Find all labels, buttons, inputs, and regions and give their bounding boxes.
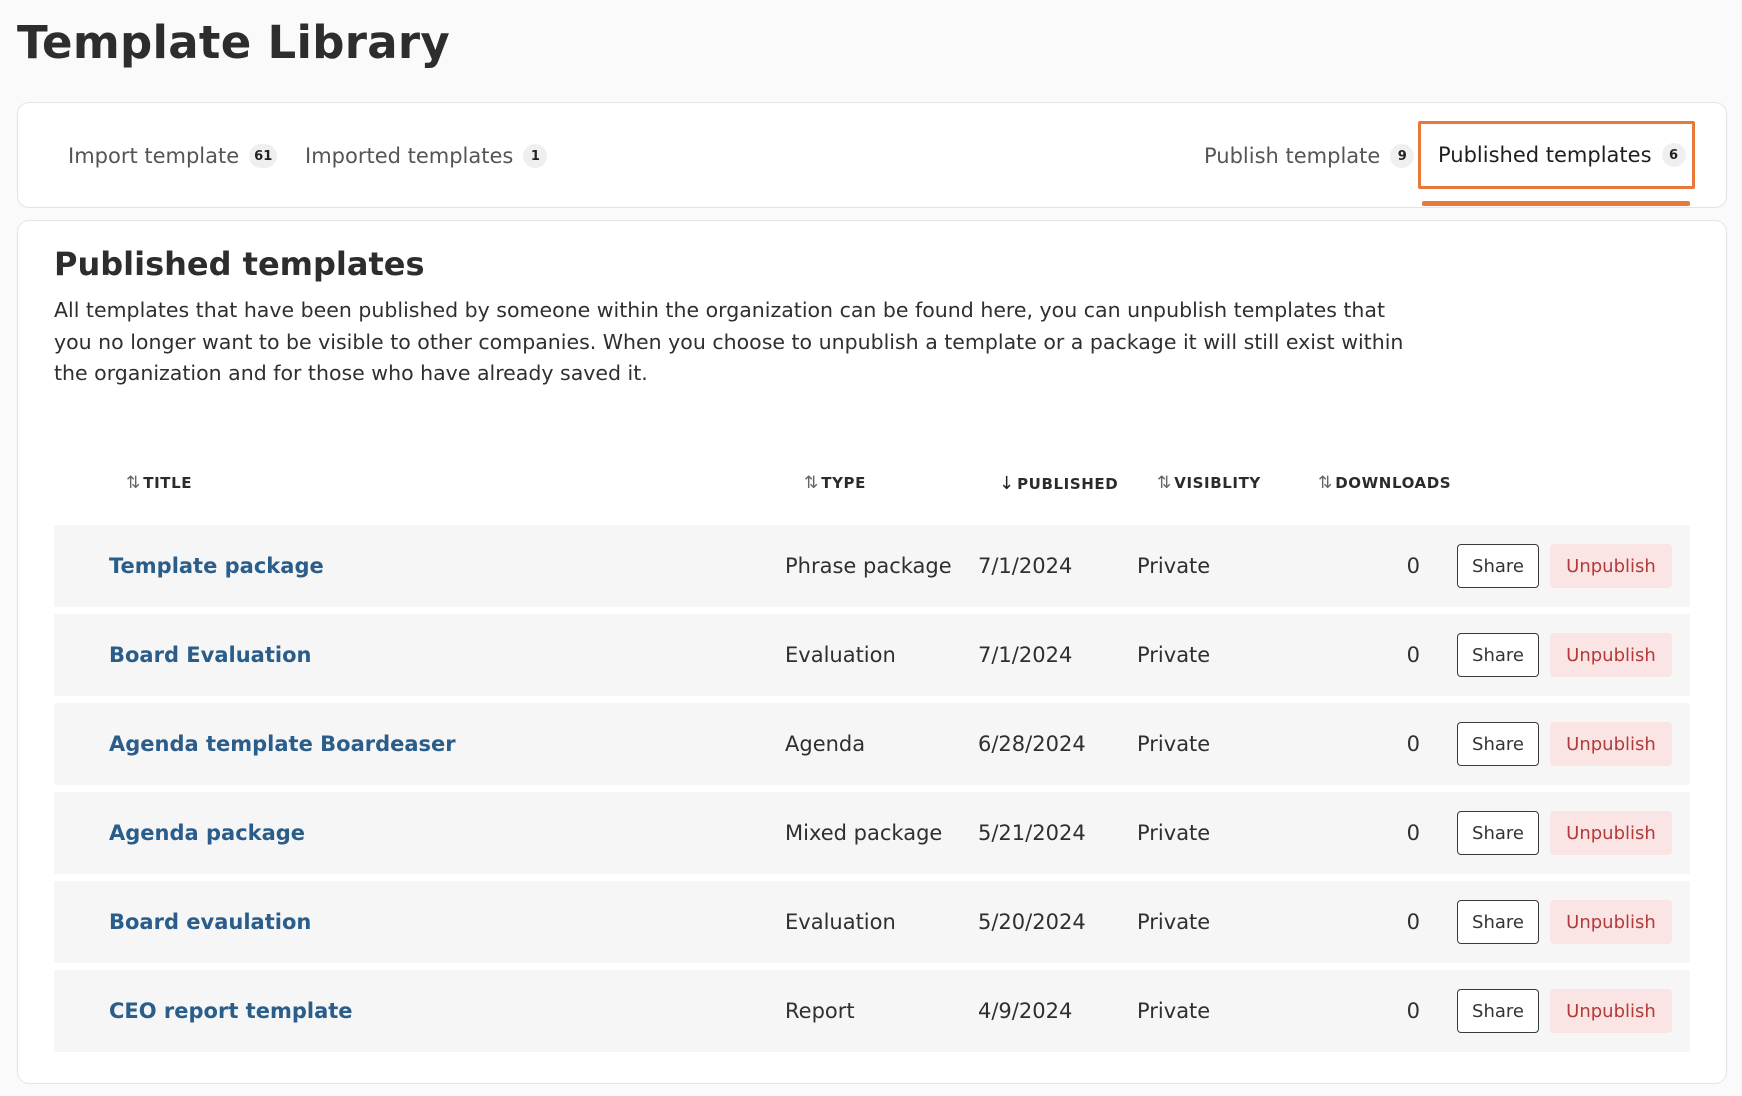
- column-header-published[interactable]: ↓ PUBLISHED: [999, 473, 1118, 494]
- tab-import-template[interactable]: Import template 61: [68, 103, 278, 209]
- share-button[interactable]: Share: [1457, 989, 1539, 1033]
- tabs-bar: Import template 61 Imported templates 1 …: [17, 102, 1727, 208]
- table-body: Template package Phrase package 7/1/2024…: [54, 525, 1690, 1059]
- template-title-link[interactable]: Agenda template Boardeaser: [109, 703, 456, 785]
- share-button[interactable]: Share: [1457, 722, 1539, 766]
- tab-label: Publish template: [1204, 144, 1381, 168]
- tab-label: Import template: [68, 144, 240, 168]
- downloads-count: 0: [1406, 999, 1420, 1023]
- downloads-count: 0: [1406, 732, 1420, 756]
- sort-icon: ⇅: [1318, 473, 1332, 493]
- column-label: TITLE: [143, 474, 193, 492]
- template-type: Mixed package: [785, 821, 943, 845]
- published-date: 5/21/2024: [978, 821, 1086, 845]
- template-type: Evaluation: [785, 910, 896, 934]
- template-type: Evaluation: [785, 643, 896, 667]
- template-title-link[interactable]: Board Evaluation: [109, 614, 311, 696]
- table-row: Agenda package Mixed package 5/21/2024 P…: [54, 792, 1690, 874]
- published-date: 7/1/2024: [978, 554, 1073, 578]
- unpublish-button[interactable]: Unpublish: [1550, 633, 1672, 677]
- visibility-value: Private: [1137, 821, 1211, 845]
- sort-icon: ⇅: [126, 473, 140, 493]
- table-row: Board evaulation Evaluation 5/20/2024 Pr…: [54, 881, 1690, 963]
- downloads-count: 0: [1406, 554, 1420, 578]
- unpublish-button[interactable]: Unpublish: [1550, 900, 1672, 944]
- share-button[interactable]: Share: [1457, 900, 1539, 944]
- column-header-title[interactable]: ⇅ TITLE: [126, 473, 192, 493]
- published-date: 6/28/2024: [978, 732, 1086, 756]
- column-header-type[interactable]: ⇅ TYPE: [804, 473, 866, 493]
- unpublish-button[interactable]: Unpublish: [1550, 989, 1672, 1033]
- published-date: 7/1/2024: [978, 643, 1073, 667]
- column-label: TYPE: [821, 474, 866, 492]
- template-type: Agenda: [785, 732, 866, 756]
- visibility-value: Private: [1137, 910, 1211, 934]
- count-badge: 6: [1661, 143, 1686, 167]
- tab-publish-template[interactable]: Publish template 9: [1204, 103, 1415, 209]
- column-header-visibility[interactable]: ⇅ VISIBLITY: [1157, 473, 1261, 493]
- column-label: DOWNLOADS: [1335, 474, 1452, 492]
- unpublish-button[interactable]: Unpublish: [1550, 722, 1672, 766]
- sort-icon: ⇅: [804, 473, 818, 493]
- page-title: Template Library: [17, 16, 451, 69]
- sort-icon: ⇅: [1157, 473, 1171, 493]
- column-header-downloads[interactable]: ⇅ DOWNLOADS: [1318, 473, 1451, 493]
- table-row: CEO report template Report 4/9/2024 Priv…: [54, 970, 1690, 1052]
- section-description: All templates that have been published b…: [54, 298, 1404, 385]
- tab-published-templates[interactable]: Published templates 6: [1418, 121, 1695, 189]
- tab-label: Imported templates: [305, 144, 514, 168]
- table-row: Template package Phrase package 7/1/2024…: [54, 525, 1690, 607]
- visibility-value: Private: [1137, 999, 1211, 1023]
- share-button[interactable]: Share: [1457, 633, 1539, 677]
- count-badge: 61: [249, 144, 278, 168]
- table-row: Agenda template Boardeaser Agenda 6/28/2…: [54, 703, 1690, 785]
- published-templates-panel: Published templates All templates that h…: [17, 220, 1727, 1084]
- visibility-value: Private: [1137, 643, 1211, 667]
- table-header: ⇅ TITLE ⇅ TYPE ↓ PUBLISHED ⇅ VISIBLITY ⇅…: [54, 473, 1690, 497]
- template-title-link[interactable]: CEO report template: [109, 970, 353, 1052]
- template-title-link[interactable]: Template package: [109, 525, 324, 607]
- section-title: Published templates: [54, 245, 425, 283]
- table-row: Board Evaluation Evaluation 7/1/2024 Pri…: [54, 614, 1690, 696]
- tab-imported-templates[interactable]: Imported templates 1: [305, 103, 548, 209]
- template-type: Phrase package: [785, 554, 952, 578]
- downloads-count: 0: [1406, 821, 1420, 845]
- template-title-link[interactable]: Board evaulation: [109, 881, 311, 963]
- downloads-count: 0: [1406, 910, 1420, 934]
- share-button[interactable]: Share: [1457, 544, 1539, 588]
- published-date: 4/9/2024: [978, 999, 1073, 1023]
- unpublish-button[interactable]: Unpublish: [1550, 544, 1672, 588]
- published-date: 5/20/2024: [978, 910, 1086, 934]
- sort-descending-icon: ↓: [999, 473, 1014, 494]
- active-tab-indicator: [1422, 201, 1690, 206]
- unpublish-button[interactable]: Unpublish: [1550, 811, 1672, 855]
- downloads-count: 0: [1406, 643, 1420, 667]
- template-title-link[interactable]: Agenda package: [109, 792, 305, 874]
- count-badge: 1: [523, 144, 548, 168]
- visibility-value: Private: [1137, 732, 1211, 756]
- column-label: VISIBLITY: [1174, 474, 1261, 492]
- template-type: Report: [785, 999, 855, 1023]
- tab-label: Published templates: [1438, 143, 1652, 167]
- visibility-value: Private: [1137, 554, 1211, 578]
- count-badge: 9: [1390, 144, 1415, 168]
- column-label: PUBLISHED: [1017, 474, 1119, 493]
- share-button[interactable]: Share: [1457, 811, 1539, 855]
